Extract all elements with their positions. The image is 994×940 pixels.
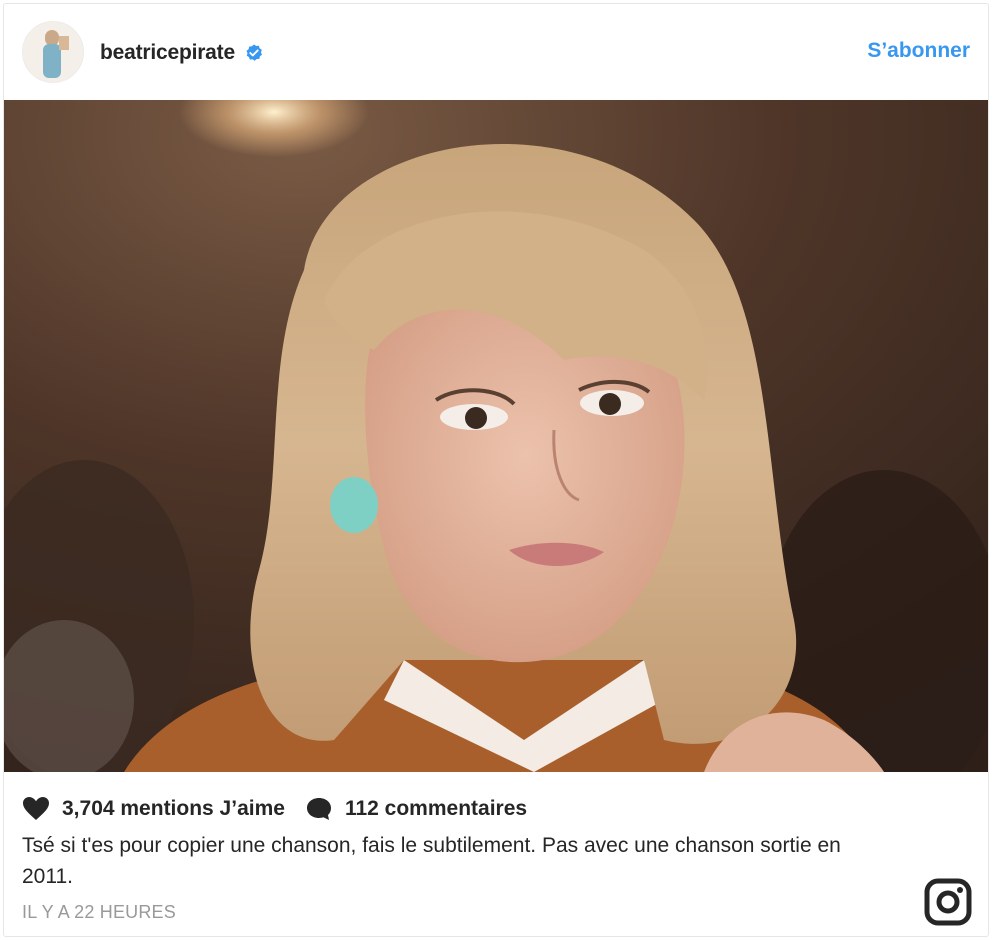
follow-button[interactable]: S’abonner [867, 39, 970, 63]
username-group: beatricepirate [100, 38, 263, 68]
post-stats: 3,704 mentions J’aime 112 commentaires [22, 796, 527, 822]
verified-badge-icon [245, 44, 263, 62]
instagram-icon[interactable] [924, 878, 972, 926]
avatar[interactable] [22, 21, 84, 83]
post-footer: 3,704 mentions J’aime 112 commentaires T… [4, 772, 988, 936]
likes-count[interactable]: 3,704 mentions J’aime [62, 797, 285, 821]
woman-photo[interactable] [4, 100, 988, 772]
instagram-post-card: beatricepirate S’abonner 3,704 mentions … [3, 3, 989, 937]
post-caption: Tsé si t'es pour copier une chanson, fai… [22, 834, 841, 888]
post-header: beatricepirate S’abonner [4, 4, 988, 100]
heart-icon[interactable] [22, 796, 50, 822]
comment-icon[interactable] [305, 796, 333, 822]
comments-count[interactable]: 112 commentaires [345, 797, 527, 821]
post-timestamp[interactable]: IL Y A 22 HEURES [22, 902, 176, 923]
username-link[interactable]: beatricepirate [100, 41, 235, 65]
